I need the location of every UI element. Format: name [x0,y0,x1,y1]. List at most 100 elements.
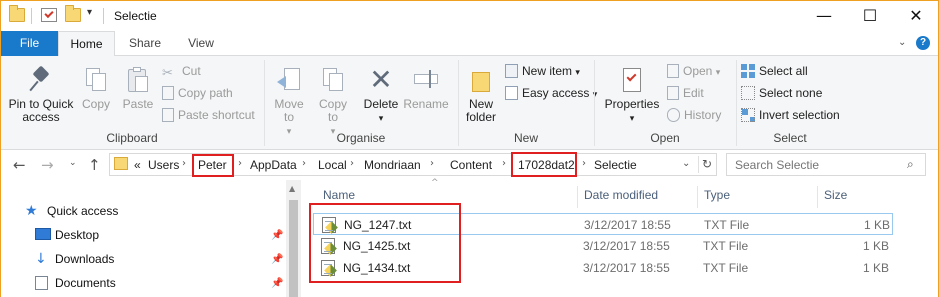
new-folder-quick-icon[interactable] [65,5,81,22]
open-label: Open [683,64,713,78]
select-none-button[interactable]: Select none [741,84,822,102]
properties-button[interactable]: Properties ▾ [603,66,661,125]
invert-selection-button[interactable]: Invert selection [741,106,840,124]
copy-icon [84,66,108,94]
delete-button[interactable]: ✕ Delete ▾ [361,66,401,125]
copy-label: Copy [81,97,110,111]
column-header-size[interactable]: Size [824,180,847,210]
file-type: TXT File [703,239,749,253]
pin-icon[interactable]: 📌 [271,254,283,265]
divider[interactable] [697,186,698,208]
column-header-type[interactable]: Type [704,180,730,210]
tab-home[interactable]: Home [58,31,115,57]
open-button[interactable]: Open ▾ [667,62,720,80]
select-all-button[interactable]: Select all [741,62,808,80]
properties-label: Properties [604,97,660,111]
breadcrumb-separator-icon[interactable]: › [430,158,434,169]
copy-path-button[interactable]: Copy path [162,84,233,102]
copy-button[interactable]: Copy [79,66,113,111]
copy-to-button[interactable]: Copy to ▾ [313,66,353,138]
pin-icon[interactable]: 📌 [271,278,283,289]
easy-access-button[interactable]: Easy access ▾ [505,84,597,102]
address-bar[interactable]: « Users › Peter › AppData › Local › Mond… [109,152,717,177]
new-item-button[interactable]: New item ▾ [505,62,580,80]
ribbon: Pin to Quick access Copy Paste ✂ Cut Copy… [1,56,938,150]
scroll-up-icon[interactable]: ▲ [289,184,295,193]
minimize-button[interactable]: — [801,1,847,31]
properties-dropdown-icon: ▾ [629,113,635,123]
forward-arrow-icon[interactable]: → [41,156,54,174]
title-bar: ▾ Selectie — ☐ ✕ [1,1,938,31]
delete-x-icon: ✕ [369,63,393,96]
search-box[interactable]: ⌕ [726,153,926,176]
breadcrumb-users[interactable]: Users [148,158,179,172]
move-to-icon [276,66,302,94]
scissors-icon: ✂ [162,65,173,81]
breadcrumb-separator-icon[interactable]: › [238,158,242,169]
paste-button[interactable]: Paste [119,66,157,111]
navigation-bar: ← → ⌄ ↑ « Users › Peter › AppData › Loca… [1,150,938,180]
breadcrumb-overflow[interactable]: « [134,158,141,172]
breadcrumb-separator-icon[interactable]: › [350,158,354,169]
refresh-icon[interactable]: ↻ [702,157,712,171]
breadcrumb-separator-icon[interactable]: › [182,158,186,169]
address-dropdown-icon[interactable]: ⌄ [682,158,690,169]
edit-label: Edit [683,86,704,100]
ribbon-tabs: File Home Share View ⌄ ? [1,31,938,57]
pin-to-quick-access-button[interactable]: Pin to Quick access [5,65,77,124]
breadcrumb-mondriaan[interactable]: Mondriaan [364,158,421,172]
pin-icon [29,65,53,94]
customize-quick-access-icon[interactable]: ▾ [87,7,92,18]
file-type: TXT File [704,218,750,232]
recent-locations-chevron-icon[interactable]: ⌄ [69,158,77,168]
new-folder-label: New folder [465,97,497,124]
cut-button[interactable]: ✂ Cut [162,62,201,81]
scrollbar-thumb[interactable] [289,200,298,297]
search-input[interactable] [735,155,905,174]
help-icon[interactable]: ? [916,36,930,50]
history-label: History [684,108,722,122]
breadcrumb-separator-icon[interactable]: › [302,158,306,169]
nav-item-label: Documents [55,276,116,290]
column-header-date-modified[interactable]: Date modified [584,180,658,210]
divider[interactable] [817,186,818,208]
breadcrumb-appdata[interactable]: AppData [250,158,297,172]
breadcrumb-local[interactable]: Local [318,158,347,172]
star-icon: ★ [25,203,38,219]
easy-access-label: Easy access [522,86,590,100]
close-button[interactable]: ✕ [893,1,939,31]
edit-button[interactable]: Edit [667,84,704,102]
tab-view[interactable]: View [175,31,227,56]
properties-quick-icon[interactable] [41,8,57,22]
paste-shortcut-button[interactable]: Paste shortcut [162,106,255,124]
open-group-label: Open [650,131,680,145]
copy-to-label: Copy to [318,97,347,124]
history-icon [667,107,680,122]
tab-share[interactable]: Share [119,31,171,56]
file-date: 3/12/2017 18:55 [584,218,671,232]
breadcrumb-separator-icon[interactable]: › [502,158,506,169]
properties-icon [621,66,643,94]
nav-pane-scrollbar[interactable]: ▲ [286,180,301,297]
divider[interactable] [577,186,578,208]
up-arrow-icon[interactable]: ↑ [88,156,101,174]
new-item-icon [505,63,518,78]
breadcrumb-selectie[interactable]: Selectie [594,158,637,172]
tab-file[interactable]: File [1,31,58,56]
back-arrow-icon[interactable]: ← [13,156,26,174]
new-group-label: New [513,131,538,145]
breadcrumb-separator-icon[interactable]: › [582,158,586,169]
download-arrow-icon: ↓ [35,251,47,267]
paste-label: Paste [122,97,154,111]
ribbon-collapse-icon[interactable]: ⌄ [898,37,906,48]
history-button[interactable]: History [667,106,721,124]
new-folder-button[interactable]: New folder [463,66,499,124]
rename-button[interactable]: Rename [403,66,449,111]
move-to-button[interactable]: Move to ▾ [269,66,309,138]
search-icon[interactable]: ⌕ [907,157,914,172]
pin-icon[interactable]: 📌 [271,230,283,241]
maximize-button[interactable]: ☐ [847,1,893,31]
select-none-icon [741,85,755,100]
breadcrumb-content[interactable]: Content [450,158,492,172]
select-all-label: Select all [759,64,808,78]
